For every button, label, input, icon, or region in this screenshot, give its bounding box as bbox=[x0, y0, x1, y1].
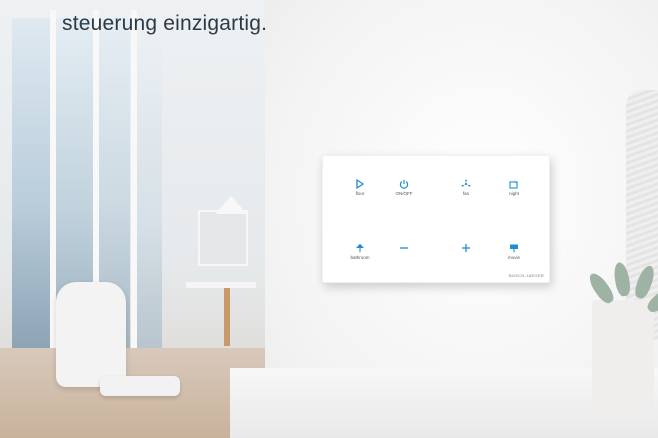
plant-pot bbox=[592, 300, 654, 410]
window-frame bbox=[131, 10, 137, 380]
onoff-key-label: ON/OFF bbox=[395, 191, 413, 196]
fan-key[interactable]: fan bbox=[446, 179, 486, 196]
bathroom-key[interactable]: bathroom bbox=[340, 243, 380, 260]
bathroom-key-label: bathroom bbox=[350, 255, 370, 260]
wall-niche bbox=[198, 210, 248, 266]
movie-key-label: movie bbox=[507, 255, 520, 260]
lounge-chair bbox=[56, 282, 126, 387]
dining-table bbox=[186, 282, 256, 288]
smart-switch-panel: floor ON/OFF fan night bathroom movie BU… bbox=[322, 155, 550, 283]
floor-key[interactable]: floor bbox=[340, 179, 380, 196]
plus-icon bbox=[462, 244, 470, 252]
room-photo bbox=[0, 0, 265, 438]
minus-key[interactable] bbox=[384, 243, 424, 253]
fan-key-label: fan bbox=[462, 191, 470, 196]
window bbox=[136, 18, 162, 358]
brand-logo-text: BUSCH-JAEGER bbox=[509, 273, 544, 278]
onoff-key[interactable]: ON/OFF bbox=[384, 179, 424, 196]
pendant-lamp bbox=[215, 196, 247, 214]
bathroom-icon bbox=[356, 243, 364, 253]
minus-icon bbox=[400, 247, 408, 249]
power-icon bbox=[399, 179, 409, 189]
night-icon bbox=[509, 179, 519, 189]
movie-icon bbox=[510, 244, 518, 253]
floor-key-label: floor bbox=[355, 191, 365, 196]
floor-lamp-icon bbox=[356, 179, 365, 189]
window bbox=[12, 18, 50, 358]
ottoman bbox=[100, 376, 180, 396]
scene: steuerung einzigartig. floor ON/OFF fan bbox=[0, 0, 658, 438]
night-key[interactable]: night bbox=[494, 179, 534, 196]
night-key-label: night bbox=[509, 191, 519, 196]
caption-text: steuerung einzigartig. bbox=[62, 12, 268, 35]
fan-icon bbox=[461, 179, 471, 187]
table-leg bbox=[224, 288, 230, 346]
plus-key[interactable] bbox=[446, 243, 486, 253]
movie-key[interactable]: movie bbox=[494, 243, 534, 260]
